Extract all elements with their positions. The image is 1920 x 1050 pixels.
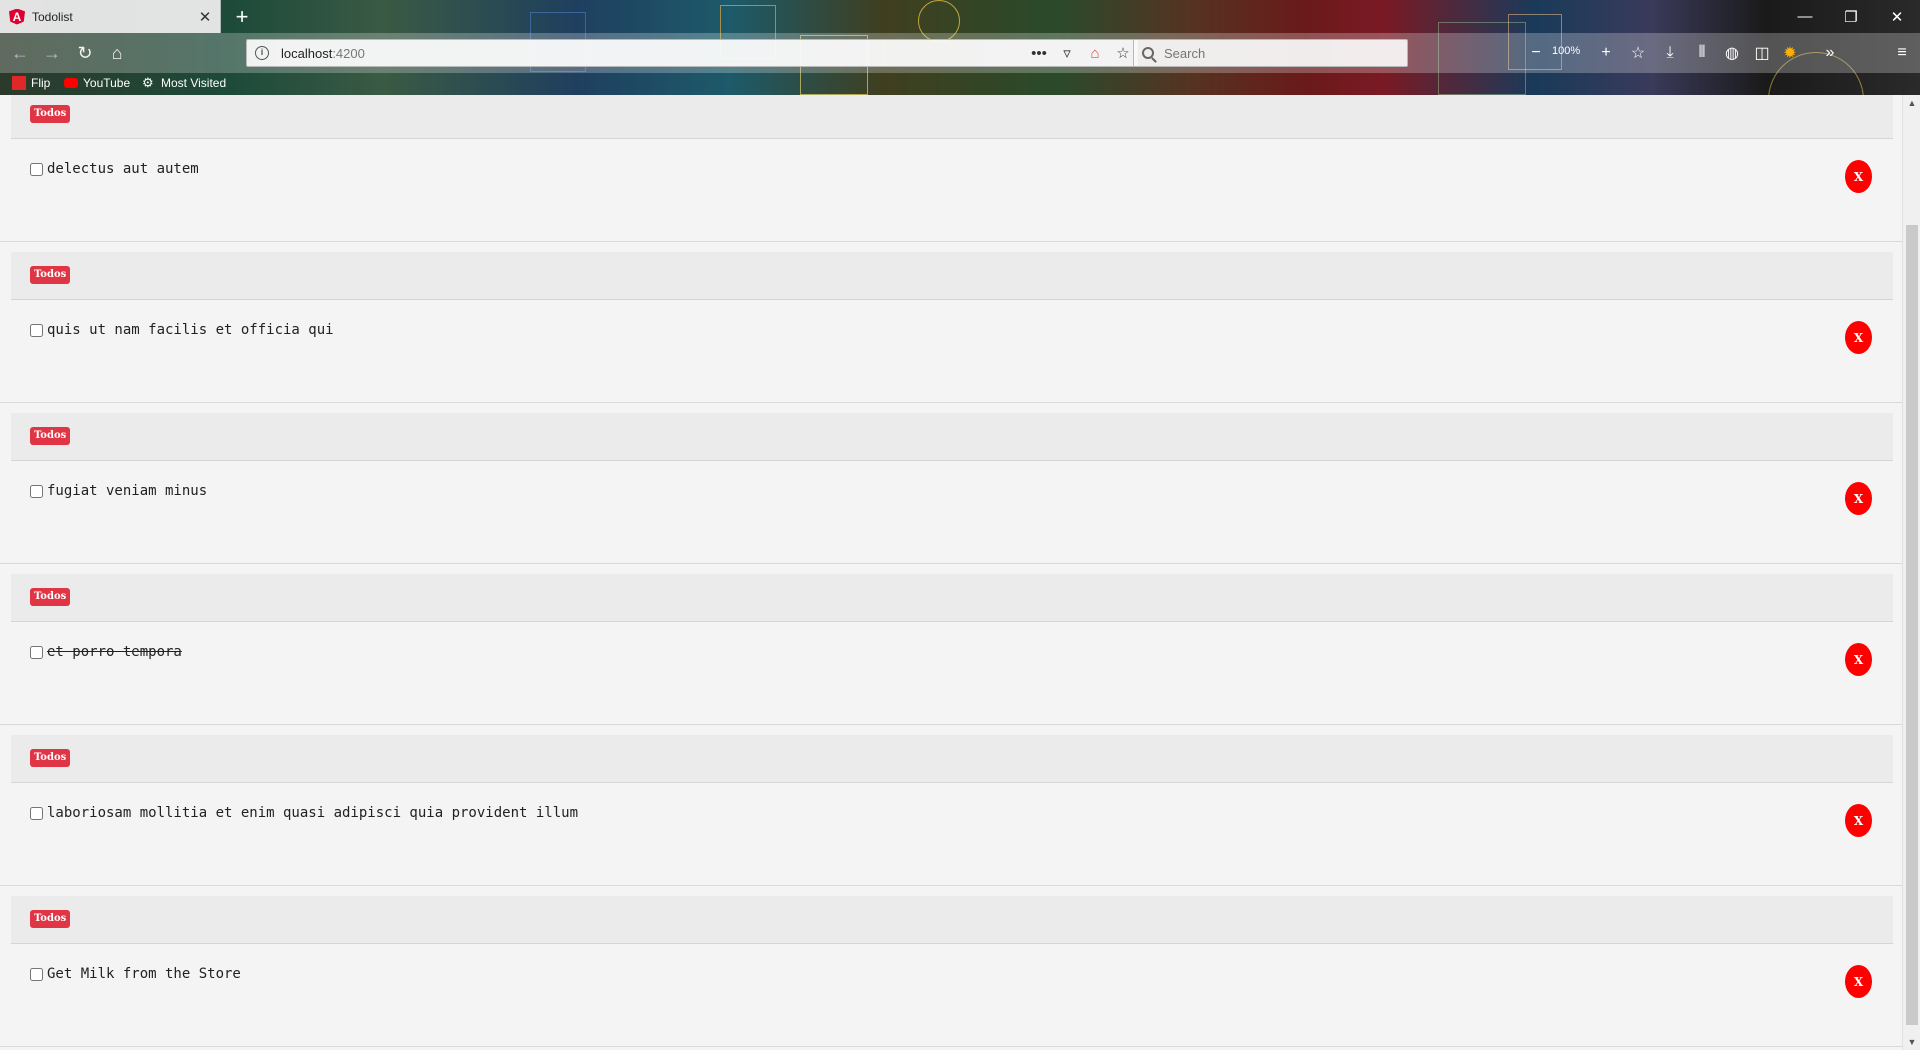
todo-title: et porro tempora <box>47 644 182 660</box>
reload-icon[interactable]: ↻ <box>70 39 100 67</box>
todos-badge: Todos <box>30 749 71 767</box>
todo-item: Get Milk from the Store <box>30 966 241 982</box>
delete-todo-button[interactable]: X <box>1845 965 1872 998</box>
delete-todo-button[interactable]: X <box>1845 804 1872 837</box>
bookmark-flip[interactable]: Flip <box>12 76 50 90</box>
delete-todo-button[interactable]: X <box>1845 482 1872 515</box>
zoom-out-icon[interactable]: − <box>1522 39 1550 67</box>
bookmarks-menu-icon[interactable]: ☆ <box>1624 39 1652 67</box>
page-scrollbar[interactable]: ▲ ▼ <box>1902 95 1920 1050</box>
minimize-button[interactable]: — <box>1782 0 1828 33</box>
todo-item: fugiat veniam minus <box>30 483 207 499</box>
todo-checkbox[interactable] <box>30 806 43 820</box>
delete-todo-button[interactable]: X <box>1845 321 1872 354</box>
address-bar[interactable]: i localhost:4200 ••• ▿ ⌂ ☆ <box>246 39 1138 67</box>
search-input[interactable] <box>1164 45 1394 61</box>
todo-app: Todos delectus aut autem X Todos quis ut nam… <box>0 95 1920 1050</box>
tab-bar: A Todolist ✕ + — ❐ ✕ <box>0 0 1920 33</box>
todo-title: fugiat veniam minus <box>47 483 208 499</box>
scroll-up-icon[interactable]: ▲ <box>1903 95 1920 111</box>
todo-checkbox[interactable] <box>30 645 43 659</box>
close-window-button[interactable]: ✕ <box>1874 0 1920 33</box>
todo-card: Todos quis ut nam facilis et officia qui X <box>0 242 1902 403</box>
zoom-level[interactable]: 100% <box>1552 45 1580 57</box>
browser-chrome: A Todolist ✕ + — ❐ ✕ ← → ↻ ⌂ i localhost… <box>0 0 1920 95</box>
todo-card: Todos et porro tempora X <box>0 564 1902 725</box>
sidebar-icon[interactable]: ◫ <box>1748 39 1776 67</box>
delete-todo-button[interactable]: X <box>1845 160 1872 193</box>
bookmark-most-visited[interactable]: ⚙ Most Visited <box>142 75 226 91</box>
gear-icon: ⚙ <box>142 75 154 90</box>
forward-arrow-icon[interactable]: → <box>37 39 67 67</box>
todo-title: Get Milk from the Store <box>47 966 241 982</box>
url-text[interactable]: localhost:4200 <box>281 46 1025 61</box>
todo-checkbox[interactable] <box>30 967 43 981</box>
tab-title: Todolist <box>32 9 73 24</box>
todos-badge: Todos <box>30 910 71 928</box>
todo-card-header: Todos <box>11 896 1893 944</box>
todos-badge: Todos <box>30 105 71 123</box>
tab-todolist[interactable]: A Todolist ✕ <box>0 0 221 33</box>
scrollbar-thumb[interactable] <box>1906 225 1918 1025</box>
new-tab-button[interactable]: + <box>228 3 256 31</box>
back-arrow-icon[interactable]: ← <box>5 39 35 67</box>
todo-title: quis ut nam facilis et officia qui <box>47 322 334 338</box>
todo-card-header: Todos <box>11 95 1893 139</box>
todo-card-header: Todos <box>11 252 1893 300</box>
navigation-toolbar: ← → ↻ ⌂ i localhost:4200 ••• ▿ ⌂ ☆ − 100… <box>0 33 1920 73</box>
page-actions-icon[interactable]: ••• <box>1025 45 1053 62</box>
todos-badge: Todos <box>30 266 71 284</box>
todo-card: Todos laboriosam mollitia et enim quasi a… <box>0 725 1902 886</box>
home-sync-icon[interactable]: ⌂ <box>1081 45 1109 62</box>
todo-item: et porro tempora <box>30 644 182 660</box>
extension-icon[interactable]: ✹ <box>1776 39 1804 67</box>
library-icon[interactable]: ⫴ <box>1688 39 1716 67</box>
todo-checkbox[interactable] <box>30 484 43 498</box>
flipboard-icon <box>12 76 26 90</box>
todo-card-header: Todos <box>11 574 1893 622</box>
hamburger-menu-icon[interactable]: ≡ <box>1888 39 1916 67</box>
todo-card: Todos fugiat veniam minus X <box>0 403 1902 564</box>
todo-card-header: Todos <box>11 413 1893 461</box>
search-bar[interactable] <box>1133 39 1408 67</box>
restore-button[interactable]: ❐ <box>1828 0 1874 33</box>
todo-title: delectus aut autem <box>47 161 199 177</box>
todo-list: Todos delectus aut autem X Todos quis ut nam… <box>0 95 1902 1047</box>
todo-card: Todos delectus aut autem X <box>0 95 1902 242</box>
download-icon[interactable]: ⤓ <box>1656 39 1684 67</box>
bookmarks-toolbar: Flip YouTube ⚙ Most Visited <box>0 73 1920 95</box>
todo-checkbox[interactable] <box>30 162 43 176</box>
todos-badge: Todos <box>30 427 71 445</box>
search-icon <box>1142 47 1154 59</box>
delete-todo-button[interactable]: X <box>1845 643 1872 676</box>
zoom-in-icon[interactable]: + <box>1592 39 1620 67</box>
todo-item: quis ut nam facilis et officia qui <box>30 322 334 338</box>
todo-checkbox[interactable] <box>30 323 43 337</box>
todos-badge: Todos <box>30 588 71 606</box>
close-tab-icon[interactable]: ✕ <box>194 8 216 26</box>
globe-icon[interactable]: ◍ <box>1718 39 1746 67</box>
todo-title: laboriosam mollitia et enim quasi adipis… <box>47 805 579 821</box>
todo-item: laboriosam mollitia et enim quasi adipis… <box>30 805 578 821</box>
angular-icon: A <box>9 8 25 25</box>
info-icon[interactable]: i <box>255 46 269 60</box>
youtube-icon <box>64 78 78 88</box>
bookmark-youtube[interactable]: YouTube <box>64 76 130 90</box>
todo-card-header: Todos <box>11 735 1893 783</box>
pocket-icon[interactable]: ▿ <box>1053 44 1081 62</box>
todo-card: Todos Get Milk from the Store X <box>0 886 1902 1047</box>
scroll-down-icon[interactable]: ▼ <box>1903 1034 1920 1050</box>
todo-item: delectus aut autem <box>30 161 199 177</box>
overflow-chevron-icon[interactable]: » <box>1816 39 1844 67</box>
home-icon[interactable]: ⌂ <box>102 39 132 67</box>
